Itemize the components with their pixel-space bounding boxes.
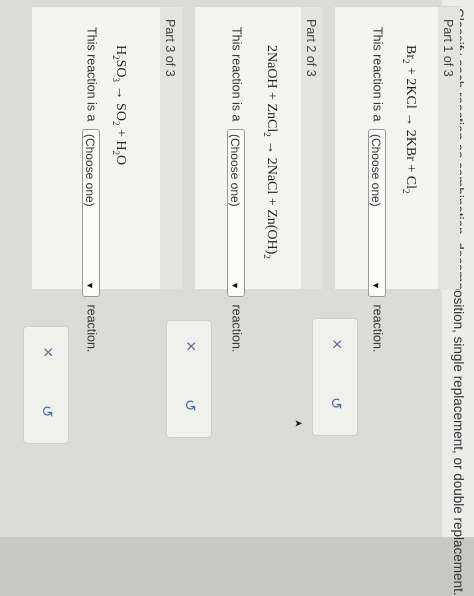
undo-icon[interactable]: ↺ [38,405,56,418]
part-3-header: Part 3 of 3 [160,7,182,289]
part-2-title: Part 2 of 3 [304,19,318,77]
part-3-tools: × ↺ [23,326,69,444]
caret-down-icon: ▼ [371,281,381,290]
part-2-panel: Part 2 of 3 2NaOH + ZnCl2 → 2NaCl + Zn(O… [195,6,323,352]
cursor-icon: ➤ [294,418,303,430]
part-3-prompt: This reaction is a (Choose one) ▼ reacti… [82,27,100,353]
part-3-panel: Part 3 of 3 H2SO3 → SO2 + H2O This react… [32,6,182,352]
close-icon[interactable]: × [180,341,201,352]
undo-icon[interactable]: ↺ [181,399,199,412]
part-1-tools: × ↺ [312,318,358,436]
close-icon[interactable]: × [37,347,58,358]
part-2-equation: 2NaOH + ZnCl2 → 2NaCl + Zn(OH)2 [262,45,279,259]
worksheet-canvas: Classify each reaction as combination, d… [0,0,474,596]
part-1-title: Part 1 of 3 [441,19,455,77]
part-1-reaction-select[interactable]: (Choose one) ▼ [368,128,386,297]
part-3-title: Part 3 of 3 [163,19,177,77]
reaction-arrow-icon: → [403,112,418,127]
part-2-prompt: This reaction is a (Choose one) ▼ reacti… [227,27,245,353]
part-2-reaction-select[interactable]: (Choose one) ▼ [227,128,245,297]
part-2-tools: × ↺ [166,320,212,438]
reaction-arrow-icon: → [113,85,128,100]
part-1-header: Part 1 of 3 [438,7,460,289]
reaction-arrow-icon: → [264,140,279,155]
undo-icon[interactable]: ↺ [327,397,345,410]
part-3-reaction-select[interactable]: (Choose one) ▼ [82,128,100,297]
part-1-equation: Br2 + 2KCl → 2KBr + Cl2 [401,45,418,194]
part-1-prompt: This reaction is a (Choose one) ▼ reacti… [368,27,386,353]
close-icon[interactable]: × [326,339,347,350]
part-3-equation: H2SO3 → SO2 + H2O [111,45,128,166]
part-2-header: Part 2 of 3 [301,7,323,289]
part-1-panel: Part 1 of 3 Br2 + 2KCl → 2KBr + Cl2 This… [335,6,460,352]
caret-down-icon: ▼ [85,281,95,290]
caret-down-icon: ▼ [230,281,240,290]
